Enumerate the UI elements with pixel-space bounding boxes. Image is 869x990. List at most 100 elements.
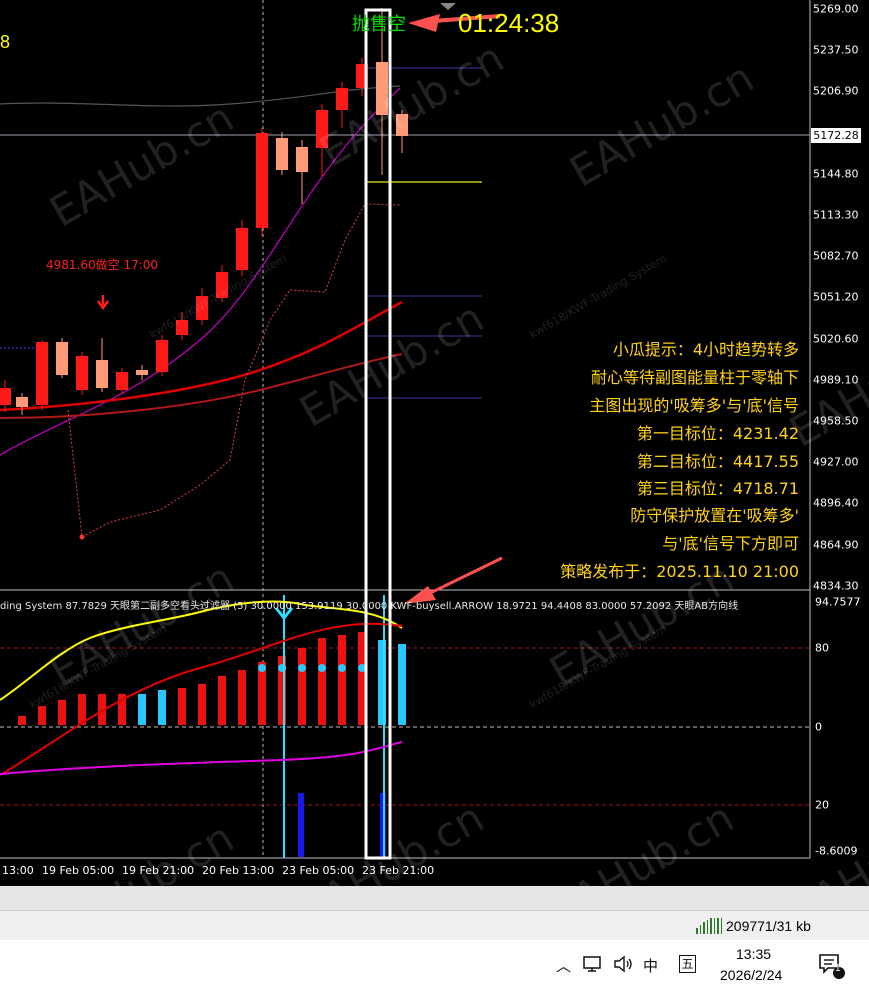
- y-axis-label: 5051.20: [813, 290, 859, 304]
- indicator-header: ding System 87.7829 天眼第二副多空看头过滤器 (5) 30.…: [0, 601, 739, 612]
- histogram-bar: [18, 716, 26, 725]
- speaker-icon: [614, 955, 632, 973]
- x-axis-label: 13:00: [2, 864, 34, 877]
- histogram-bar: [218, 676, 226, 725]
- sell-arrow-icon: [96, 295, 110, 311]
- top-marker-icon: [440, 3, 456, 10]
- candle-body: [376, 62, 388, 115]
- network-monitor-icon: [583, 956, 601, 972]
- sub-y-label: 94.7577: [815, 595, 861, 609]
- y-axis-label: 5269.00: [813, 2, 859, 16]
- ime-language[interactable]: 中: [643, 955, 658, 976]
- tip-line: 策略发布于：2025.11.10 21:00: [560, 562, 799, 581]
- y-axis-label: 4958.50: [813, 414, 859, 428]
- sub-y-label: 0: [815, 720, 822, 734]
- notification-count: 1: [835, 963, 841, 974]
- candle-body: [176, 320, 188, 335]
- candle-body: [116, 372, 128, 390]
- candle-body: [396, 114, 408, 136]
- candle-body: [96, 360, 108, 388]
- y-axis-label: 4927.00: [813, 455, 859, 469]
- notification-icon[interactable]: 1: [817, 952, 845, 984]
- candle-body: [296, 147, 308, 172]
- candle-body: [76, 356, 88, 390]
- candle-body: [216, 272, 228, 298]
- candle-body: [156, 340, 168, 372]
- y-axis-label: 4989.10: [813, 373, 859, 387]
- tip-line: 耐心等待副图能量柱于零轴下: [590, 368, 799, 387]
- tip-line: 与'底'信号下方即可: [662, 534, 799, 553]
- signal-dot: [318, 664, 326, 672]
- x-axis-label: 20 Feb 13:00: [202, 864, 275, 877]
- y-axis-label: 4864.90: [813, 538, 859, 552]
- y-axis-label: 5082.70: [813, 249, 859, 263]
- candle-body: [56, 342, 68, 375]
- y-axis-label: 5237.50: [813, 43, 859, 57]
- network-icon[interactable]: [582, 954, 604, 978]
- histogram-bar: [58, 700, 66, 725]
- clock-date[interactable]: 2026/2/24: [720, 967, 782, 983]
- current-price-tag: 5172.28: [811, 128, 861, 143]
- traffic-counter: 209771/31 kb: [726, 918, 811, 934]
- signal-dot: [338, 664, 346, 672]
- tip-line: 防守保护放置在'吸筹多': [630, 506, 799, 525]
- histogram-bar: [178, 688, 186, 725]
- tip-line: 小瓜提示：4小时趋势转多: [612, 340, 799, 359]
- pointer-arrow: [419, 556, 503, 600]
- y-axis-label: 4834.30: [813, 579, 859, 593]
- show-hidden-icons-icon[interactable]: ︿: [556, 955, 571, 976]
- candle-body: [16, 397, 28, 407]
- candle-body: [36, 342, 48, 405]
- candle-body: [316, 110, 328, 148]
- sell-signal-label: 4981.60做空 17:00: [46, 258, 159, 272]
- candle-body: [236, 228, 248, 270]
- histogram-bar: [38, 706, 46, 725]
- tip-line: 第三目标位：4718.71: [636, 479, 799, 498]
- stop-dot: [79, 534, 85, 540]
- candle-body: [336, 88, 348, 110]
- tip-line: 第二目标位：4417.55: [636, 452, 799, 471]
- candle-body: [276, 138, 288, 170]
- histogram-bar: [238, 670, 246, 725]
- signal-dot: [298, 664, 306, 672]
- sub-y-label: 80: [815, 641, 829, 655]
- volume-bar: [298, 793, 304, 857]
- ime-mode[interactable]: 五: [679, 955, 696, 973]
- histogram-bar: [318, 638, 326, 725]
- histogram-bar: [138, 694, 146, 725]
- price-chart[interactable]: EAHub.cn EAHub.cn EAHub.cn EAHub.cn EAHu…: [0, 0, 869, 957]
- bar-countdown: 01:24:38: [458, 8, 560, 38]
- pointer-arrow-head: [408, 14, 440, 32]
- tip-line: 主图出现的'吸筹多'与'底'信号: [589, 396, 799, 415]
- x-axis-label: 19 Feb 05:00: [42, 864, 115, 877]
- histogram-bar: [398, 644, 406, 725]
- signal-dot: [258, 664, 266, 672]
- y-axis-label: 5206.90: [813, 84, 859, 98]
- y-axis-label: 4896.40: [813, 496, 859, 510]
- candle-body: [196, 296, 208, 320]
- y-axis-label: 5020.60: [813, 332, 859, 346]
- candle-body: [0, 388, 11, 405]
- volume-icon[interactable]: [612, 954, 634, 978]
- candle-body: [256, 133, 268, 228]
- x-axis-label: 19 Feb 21:00: [122, 864, 195, 877]
- horizontal-scrollbar[interactable]: [0, 886, 869, 910]
- histogram-bar: [298, 648, 306, 725]
- clock-time[interactable]: 13:35: [736, 946, 771, 962]
- trailing-stop-line: [67, 203, 401, 538]
- histogram-bar: [338, 635, 346, 725]
- connection-status[interactable]: 209771/31 kb: [696, 918, 811, 934]
- histogram-bar: [198, 684, 206, 725]
- sub-y-label: 20: [815, 798, 829, 812]
- sub-y-label: -8.6009: [815, 844, 858, 858]
- x-axis-label: 23 Feb 21:00: [362, 864, 435, 877]
- candle-body: [136, 370, 148, 375]
- signal-bars-icon: [696, 918, 722, 934]
- histogram-bar: [158, 690, 166, 725]
- magenta-osc-line: [0, 741, 403, 775]
- highlight-box: [364, 8, 392, 860]
- y-axis-label: 5113.30: [813, 208, 859, 222]
- edge-value: 8: [0, 32, 11, 52]
- countdown-prefix: 抛售空: [352, 14, 406, 35]
- tip-line: 第一目标位：4231.42: [636, 424, 799, 443]
